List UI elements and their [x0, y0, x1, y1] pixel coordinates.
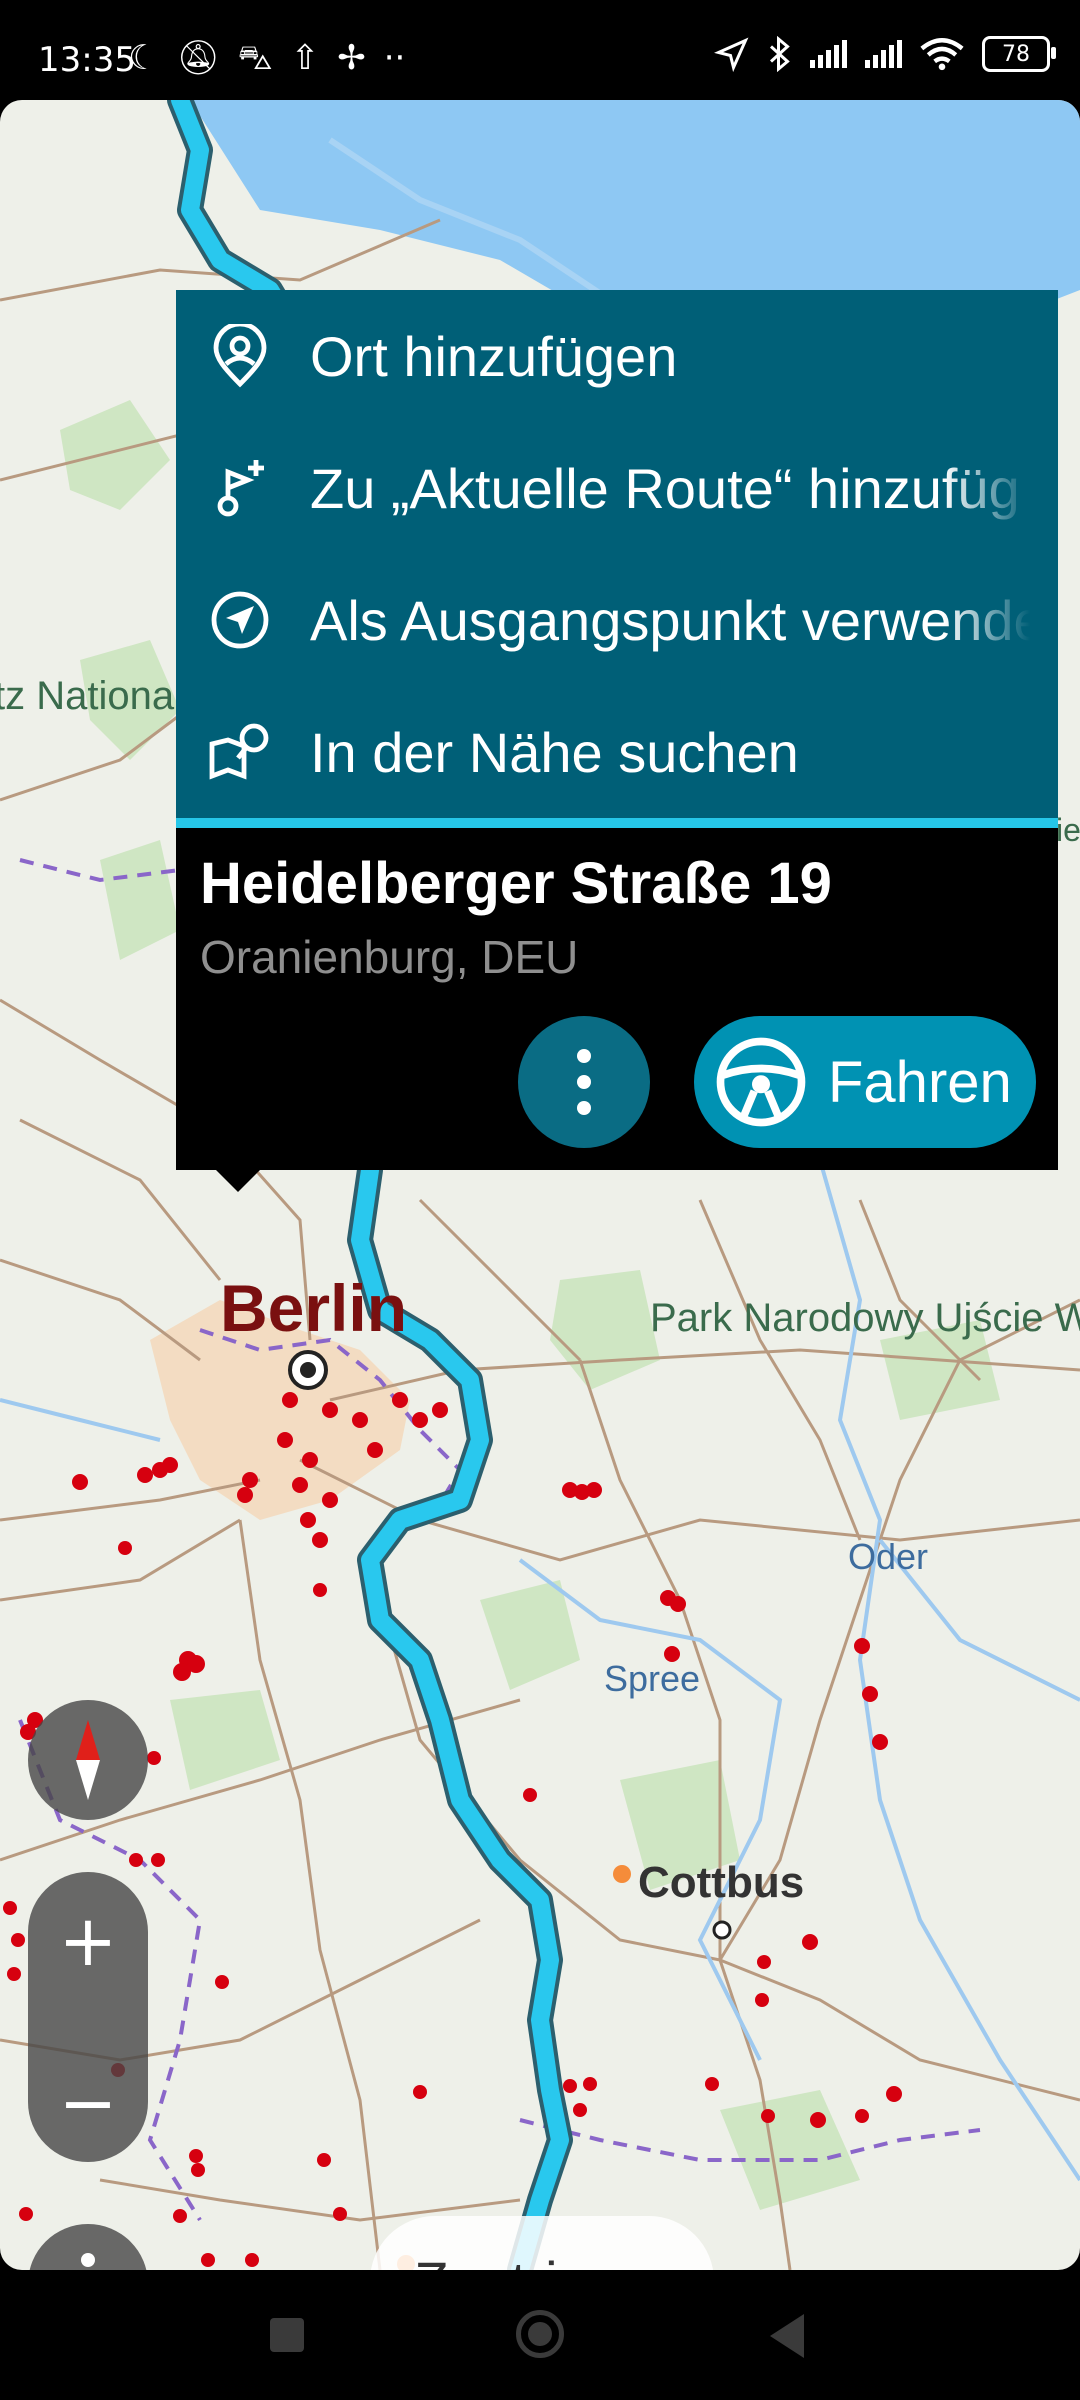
- address-title: Heidelberger Straße 19: [200, 851, 832, 916]
- back-button[interactable]: [770, 2314, 804, 2358]
- departure-arrow-icon: [204, 584, 276, 656]
- river-label-spree: Spree: [604, 1658, 701, 1699]
- status-time: 13:35: [38, 40, 136, 80]
- dot: [81, 2253, 95, 2267]
- upload-icon: ⇧: [290, 38, 320, 78]
- menu-item-label: Zu „Aktuelle Route“ hinzufüg: [310, 456, 1020, 520]
- status-right-icons: 78: [714, 36, 1056, 72]
- compass-icon: [76, 1720, 100, 1800]
- menu-item-use-as-start[interactable]: Als Ausgangspunkt verwende: [176, 554, 1058, 686]
- zoom-out-button[interactable]: −: [28, 2062, 148, 2144]
- bell-off-icon: 🔕︎: [176, 38, 220, 78]
- status-left-icons: ☾ 🔕︎ ⛍ ⇧ ✢ ··: [128, 38, 405, 83]
- dot: [577, 1075, 591, 1089]
- recents-button[interactable]: [270, 2318, 304, 2352]
- home-button[interactable]: [516, 2310, 564, 2358]
- car-icon: ⛍: [237, 38, 273, 78]
- edge-label: ie: [1056, 812, 1080, 848]
- steering-wheel-icon: [716, 1037, 806, 1127]
- add-route-icon: [204, 452, 276, 524]
- zoom-in-button[interactable]: +: [28, 1900, 148, 1982]
- signal-icon: [810, 40, 847, 68]
- menu-item-search-nearby[interactable]: In der Nähe suchen: [176, 686, 1058, 818]
- popup-divider: [176, 818, 1058, 828]
- signal-icon: [865, 40, 902, 68]
- compass-button[interactable]: [28, 1700, 148, 1820]
- bluetooth-icon: [769, 36, 790, 72]
- city-label-cottbus: Cottbus: [638, 1858, 805, 1907]
- battery-icon: 78: [982, 36, 1056, 72]
- context-menu: Ort hinzufügen Zu „Aktuelle Route“ hinzu…: [176, 290, 1058, 818]
- menu-item-label: Als Ausgangspunkt verwende: [310, 588, 1030, 652]
- park-label: Park Narodowy Ujście W: [650, 1296, 1080, 1340]
- zoom-control: + −: [28, 1872, 148, 2162]
- fan-icon: ✢: [337, 38, 366, 78]
- menu-item-add-to-route[interactable]: Zu „Aktuelle Route“ hinzufüg: [176, 422, 1058, 554]
- center-button[interactable]: Zentrieren: [370, 2216, 714, 2270]
- drive-button-label: Fahren: [828, 1049, 1012, 1115]
- dot: [577, 1049, 591, 1063]
- status-bar: 13:35 ☾ 🔕︎ ⛍ ⇧ ✢ ·· 78: [0, 0, 1080, 100]
- wifi-icon: [920, 38, 964, 71]
- system-nav-bar: [0, 2270, 1080, 2400]
- city-label-berlin: Berlin: [220, 1271, 408, 1345]
- national-park-label: tz Nationa: [0, 674, 175, 718]
- drive-button[interactable]: Fahren: [694, 1016, 1036, 1148]
- location-pin-icon: [204, 320, 276, 392]
- river-label-oder: Oder: [848, 1536, 929, 1577]
- moon-icon: ☾: [128, 38, 159, 78]
- address-subtitle: Oranienburg, DEU: [200, 931, 579, 983]
- search-nearby-icon: [204, 716, 276, 788]
- menu-item-label: Ort hinzufügen: [310, 324, 678, 388]
- more-options-button[interactable]: [518, 1016, 650, 1148]
- location-arrow-icon: [714, 37, 749, 72]
- more-dots-icon: ··: [383, 38, 406, 78]
- menu-item-label: In der Nähe suchen: [310, 720, 799, 784]
- location-popup: Ort hinzufügen Zu „Aktuelle Route“ hinzu…: [176, 290, 1058, 1192]
- menu-item-add-place[interactable]: Ort hinzufügen: [176, 290, 1058, 422]
- popup-pointer: [216, 1170, 260, 1192]
- dot: [577, 1101, 591, 1115]
